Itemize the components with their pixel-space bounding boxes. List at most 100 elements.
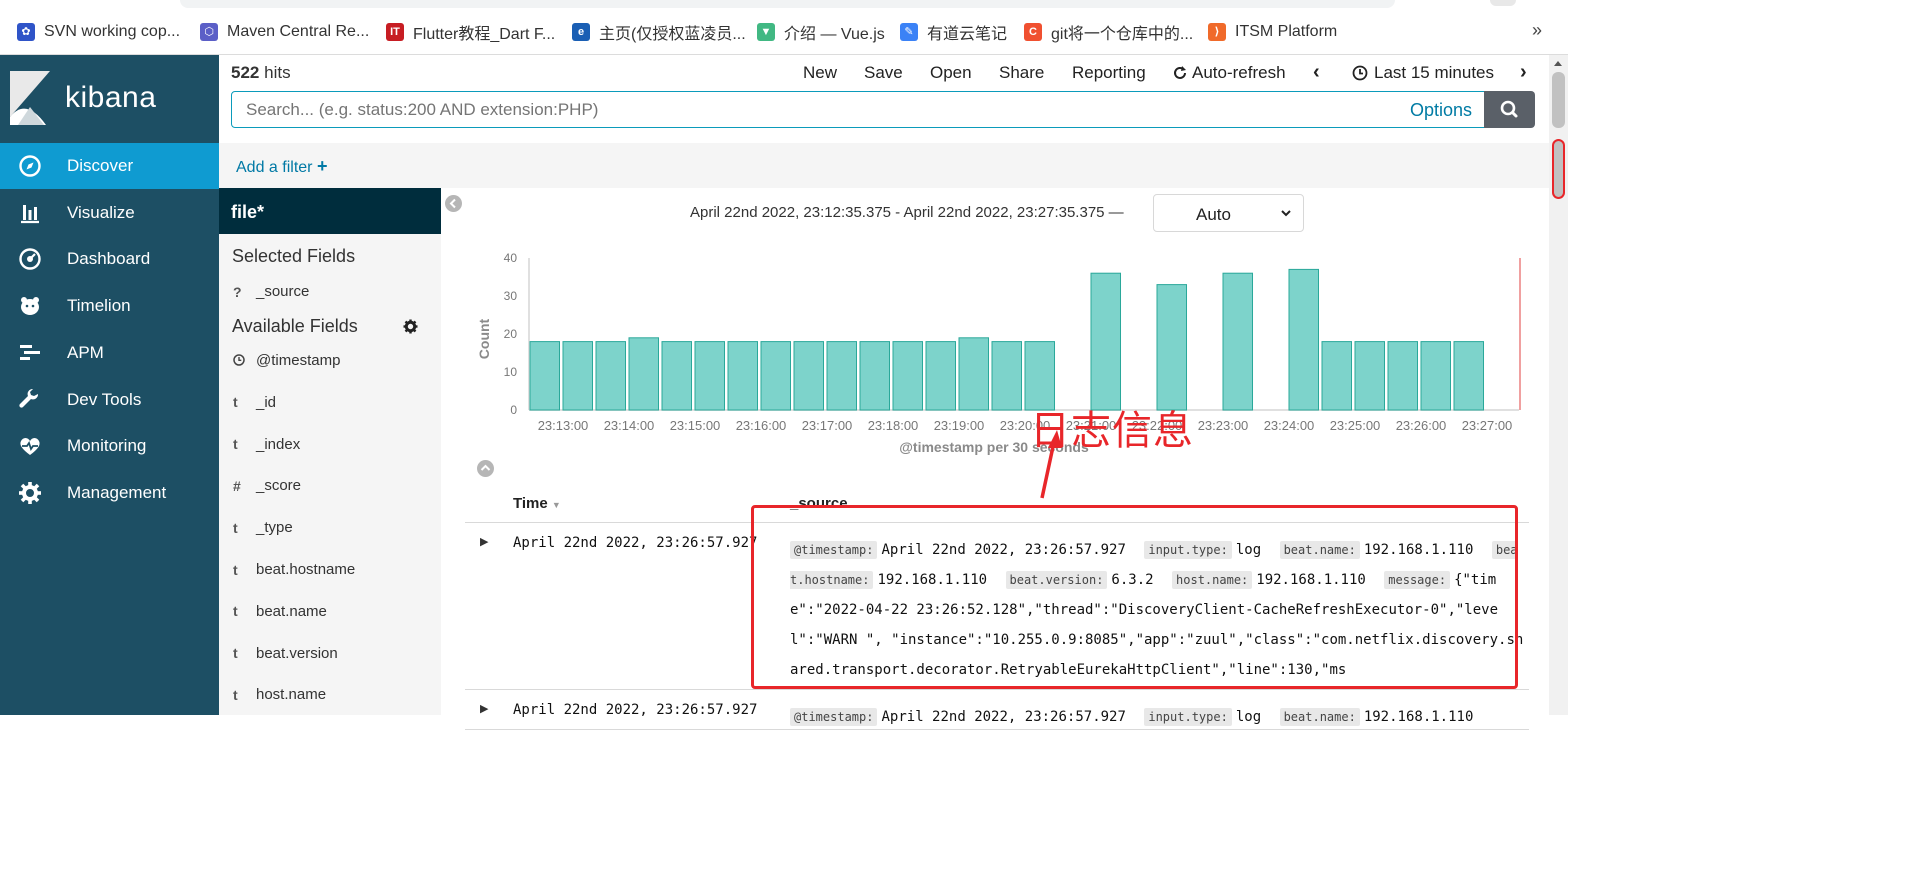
bookmark-label: 介绍 — Vue.js	[784, 26, 885, 43]
time-column-header[interactable]: Time ▼	[513, 495, 561, 512]
nav-item-discover[interactable]: Discover	[0, 143, 219, 189]
histogram-bar	[1354, 341, 1386, 411]
nav-item-visualize[interactable]: Visualize	[0, 190, 219, 236]
bookmark-label: Flutter教程_Dart F...	[413, 26, 556, 43]
bookmark-item[interactable]: ⬡ Maven Central Re...	[200, 20, 369, 44]
field-type-string-icon: t	[233, 519, 238, 536]
x-tick-label: 23:26:00	[1396, 418, 1447, 433]
field-item-source[interactable]: ? _source	[233, 283, 309, 300]
index-pattern-selector[interactable]: file*	[219, 188, 441, 234]
nav-item-dev-tools[interactable]: Dev Tools	[0, 377, 219, 423]
x-tick-label: 23:19:00	[934, 418, 985, 433]
add-filter-button[interactable]: Add a filter +	[236, 156, 327, 177]
histogram-chart[interactable]: 0 10 20 30 40 23:13:00 23:14:00 23:15:00 23:16:0…	[469, 248, 1535, 468]
it-icon: IT	[386, 23, 404, 41]
kibana-logo-text: kibana	[65, 81, 157, 114]
doc-table-header: Time ▼ _source	[465, 488, 1529, 523]
search-input[interactable]	[232, 92, 1332, 127]
source-field-key: host.name:	[1172, 571, 1253, 589]
bookmark-label: git将一个仓库中的...	[1051, 26, 1194, 43]
reporting-button[interactable]: Reporting	[1072, 63, 1146, 83]
time-forward-button[interactable]: ›	[1520, 61, 1527, 84]
y-tick-label: 0	[510, 403, 517, 417]
collapse-chart-button[interactable]	[477, 460, 494, 477]
source-field-value: 192.168.1.110	[1363, 709, 1474, 725]
expand-row-icon[interactable]: ▶	[480, 702, 488, 715]
nav-label: Monitoring	[67, 436, 147, 456]
field-item[interactable]: t host.name	[233, 686, 326, 703]
expand-row-icon[interactable]: ▶	[480, 535, 488, 548]
nav-item-dashboard[interactable]: Dashboard	[0, 236, 219, 282]
histogram-bar	[628, 337, 660, 411]
field-item[interactable]: # _score	[233, 477, 301, 494]
vue-icon: ▼	[757, 23, 775, 41]
compass-icon	[19, 155, 41, 177]
source-field-key: input.type:	[1144, 541, 1232, 559]
scrollbar-thumb-highlighted[interactable]	[1552, 139, 1565, 199]
bookmark-item[interactable]: ▼ 介绍 — Vue.js	[757, 20, 885, 44]
bookmark-item[interactable]: e 主页(仅授权蓝凌员...	[572, 20, 746, 44]
x-tick-label: 23:27:00	[1462, 418, 1513, 433]
histogram-bar	[1156, 284, 1188, 411]
bookmark-item[interactable]: ⟩ ITSM Platform	[1208, 20, 1337, 44]
nav-item-monitoring[interactable]: Monitoring	[0, 423, 219, 469]
open-button[interactable]: Open	[930, 63, 972, 83]
table-row[interactable]: ▶ April 22nd 2022, 23:26:57.927 @timestamp…	[465, 523, 1529, 690]
field-item[interactable]: t beat.hostname	[233, 561, 355, 578]
options-button[interactable]: Options	[1410, 100, 1472, 121]
bookmark-item[interactable]: Cgit将一个仓库中的...	[1024, 20, 1193, 44]
nav-item-timelion[interactable]: Timelion	[0, 283, 219, 329]
bookmark-item[interactable]: ✿ SVN working cop...	[17, 20, 180, 44]
table-row[interactable]: ▶ April 22nd 2022, 23:26:57.927 @timestamp…	[465, 690, 1529, 730]
time-picker-button[interactable]: Last 15 minutes	[1352, 63, 1494, 83]
field-item[interactable]: t beat.name	[233, 603, 327, 620]
discover-main: April 22nd 2022, 23:12:35.375 - April 22…	[441, 188, 1549, 730]
source-field-key: @timestamp:	[790, 708, 878, 726]
interval-select[interactable]: Auto	[1153, 194, 1304, 232]
x-tick-label: 23:16:00	[736, 418, 787, 433]
field-item[interactable]: @timestamp	[233, 352, 340, 369]
x-tick-label: 23:15:00	[670, 418, 721, 433]
field-item[interactable]: t _type	[233, 519, 293, 536]
time-back-button[interactable]: ‹	[1313, 61, 1320, 84]
address-bar-edge	[180, 0, 1395, 8]
bookmark-item[interactable]: IT Flutter教程_Dart F...	[386, 20, 555, 44]
ekp-icon: e	[572, 23, 590, 41]
histogram-bar	[1420, 341, 1452, 411]
kibana-logo[interactable]: kibana	[0, 55, 219, 143]
auto-refresh-button[interactable]: Auto-refresh	[1172, 63, 1286, 83]
page-scrollbar[interactable]	[1549, 55, 1568, 715]
field-item[interactable]: t beat.version	[233, 645, 338, 662]
bookmarks-bar: ✿ SVN working cop... ⬡ Maven Central Re... I…	[0, 0, 1568, 55]
bookmark-item[interactable]: ✎ 有道云笔记	[900, 20, 1007, 44]
field-item[interactable]: t _id	[233, 394, 276, 411]
wrench-icon	[19, 388, 39, 408]
collapse-sidebar-button[interactable]	[445, 195, 462, 212]
new-button[interactable]: New	[803, 63, 837, 83]
histogram-bar	[1453, 341, 1485, 411]
field-item[interactable]: t _index	[233, 436, 300, 453]
share-button[interactable]: Share	[999, 63, 1044, 83]
search-button[interactable]	[1484, 91, 1535, 128]
row-timestamp: April 22nd 2022, 23:26:57.927	[513, 535, 758, 551]
scrollbar-thumb[interactable]	[1552, 72, 1565, 128]
nav-item-management[interactable]: Management	[0, 470, 219, 516]
kibana-logo-icon	[10, 71, 50, 125]
histogram-bar	[991, 341, 1023, 411]
histogram-bar	[1288, 268, 1320, 411]
field-settings-gear-icon[interactable]	[403, 319, 418, 334]
scroll-up-arrow-icon[interactable]	[1554, 61, 1562, 66]
field-type-string-icon: t	[233, 603, 238, 620]
annotation-arrow	[1040, 430, 1062, 499]
field-type-string-icon: t	[233, 561, 238, 578]
nav-item-apm[interactable]: APM	[0, 330, 219, 376]
save-button[interactable]: Save	[864, 63, 903, 83]
source-field-key: beat.name:	[1279, 541, 1360, 559]
bookmarks-more-button[interactable]: »	[1532, 20, 1542, 41]
filter-bar: Add a filter +	[219, 143, 1549, 188]
source-field-value: 192.168.1.110	[1256, 572, 1366, 588]
source-field-key: message:	[1384, 571, 1451, 589]
nav-label: Management	[67, 482, 167, 502]
source-column-header: _source	[790, 495, 848, 512]
bookmark-label: SVN working cop...	[44, 23, 181, 40]
